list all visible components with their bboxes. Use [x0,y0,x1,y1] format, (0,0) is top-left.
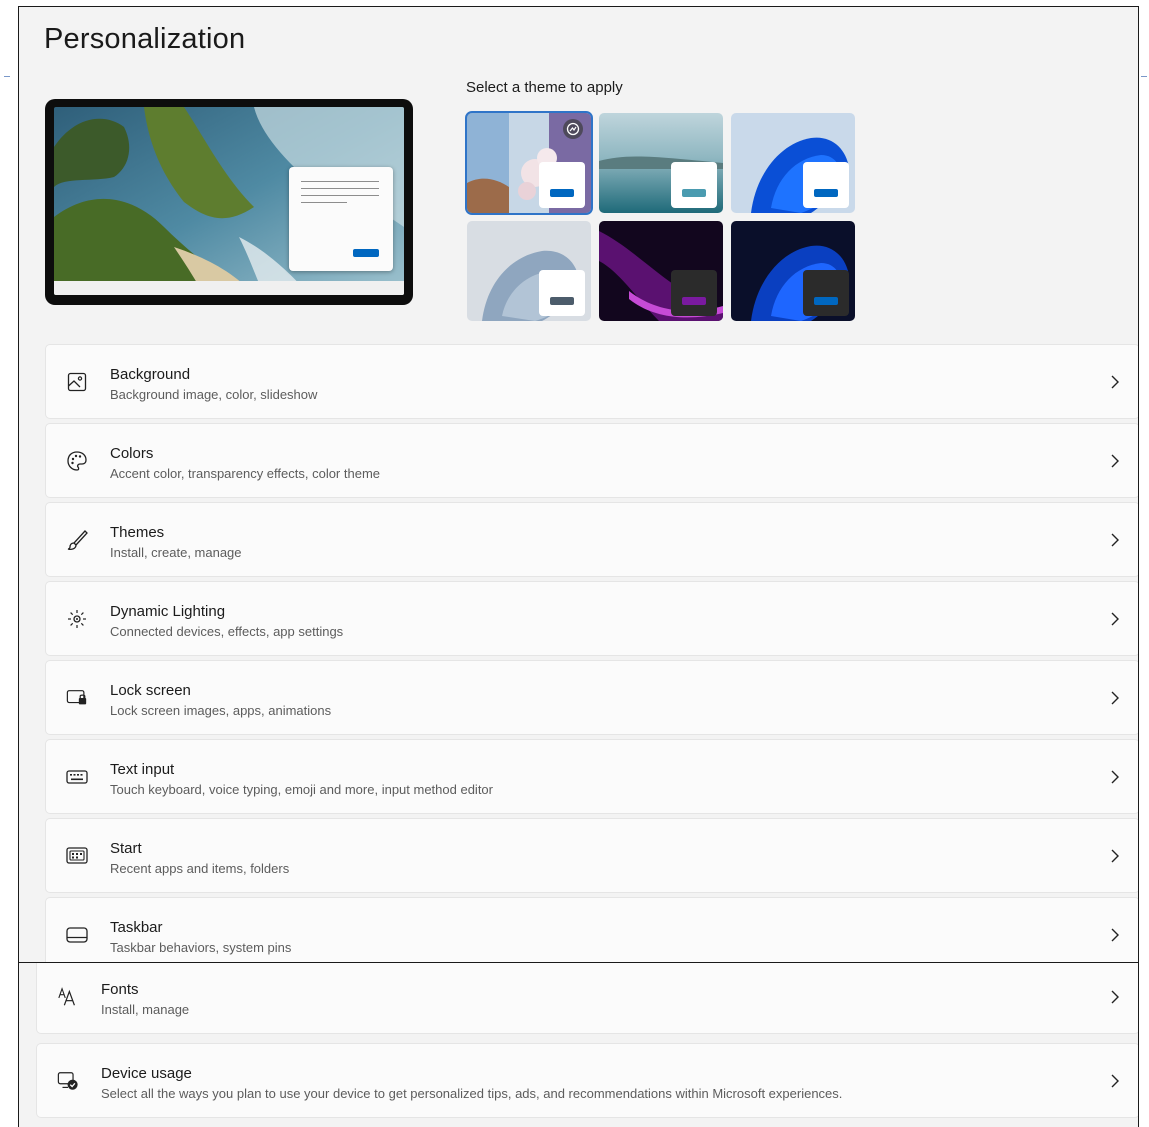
chevron-right-icon [1111,928,1119,942]
chevron-right-icon [1111,849,1119,863]
theme-accent-bar [814,297,838,305]
setting-title: Text input [110,761,175,778]
theme-tile-6[interactable] [731,221,855,321]
setting-title: Dynamic Lighting [110,603,226,620]
theme-mini-window [539,162,585,208]
theme-accent-bar [682,189,706,197]
setting-row-colors[interactable]: Colors Accent color, transparency effect… [45,423,1138,498]
theme-mini-window [803,162,849,208]
setting-row-lock-screen[interactable]: Lock screen Lock screen images, apps, an… [45,660,1138,735]
lock-screen-icon [66,687,88,709]
preview-taskbar [54,281,404,295]
settings-window: Personalization Select a theme to apply … [18,6,1139,962]
theme-grid [465,111,859,323]
page-title: Personalization [44,23,246,55]
preview-line [301,202,347,203]
theme-tile-2[interactable] [599,113,723,213]
setting-row-device-usage[interactable]: Device usage Select all the ways you pla… [36,1043,1138,1118]
preview-window [289,167,393,271]
setting-title: Device usage [101,1065,192,1082]
setting-subtitle: Select all the ways you plan to use your… [101,1086,843,1101]
start-icon [66,845,88,867]
setting-subtitle: Lock screen images, apps, animations [110,703,332,718]
setting-title: Taskbar [110,919,163,936]
setting-row-start[interactable]: Start Recent apps and items, folders [45,818,1138,893]
preview-line [301,188,379,189]
chevron-right-icon [1111,990,1119,1004]
chevron-right-icon [1111,770,1119,784]
taskbar-icon [66,924,88,946]
device-usage-icon [57,1070,79,1092]
theme-accent-bar [550,189,574,197]
setting-subtitle: Background image, color, slideshow [110,387,318,402]
setting-subtitle: Install, create, manage [110,545,242,560]
setting-title: Lock screen [110,682,191,699]
fonts-icon [57,986,79,1008]
setting-subtitle: Connected devices, effects, app settings [110,624,344,639]
chevron-right-icon [1111,691,1119,705]
setting-row-taskbar[interactable]: Taskbar Taskbar behaviors, system pins [45,897,1138,962]
brush-icon [66,529,88,551]
settings-window-continued: Fonts Install, manage Device usage Selec… [18,962,1139,1127]
image-icon [66,371,88,393]
theme-tile-5[interactable] [599,221,723,321]
theme-tile-4[interactable] [467,221,591,321]
theme-accent-bar [814,189,838,197]
slideshow-icon [563,119,583,139]
setting-title: Colors [110,445,154,462]
preview-line [301,181,379,182]
setting-subtitle: Accent color, transparency effects, colo… [110,466,381,481]
setting-subtitle: Install, manage [101,1002,190,1017]
palette-icon [66,450,88,472]
setting-title: Fonts [101,981,139,998]
preview-button [353,249,379,257]
dynamic-lighting-icon [66,608,88,630]
setting-subtitle: Recent apps and items, folders [110,861,290,876]
setting-title: Themes [110,524,165,541]
chevron-right-icon [1111,612,1119,626]
preview-line [301,195,379,196]
theme-mini-window [539,270,585,316]
keyboard-icon [66,766,88,788]
setting-row-themes[interactable]: Themes Install, create, manage [45,502,1138,577]
chevron-right-icon [1111,1074,1119,1088]
theme-accent-bar [682,297,706,305]
chevron-right-icon [1111,533,1119,547]
setting-row-dynamic-lighting[interactable]: Dynamic Lighting Connected devices, effe… [45,581,1138,656]
edge-marker-right [1141,76,1147,77]
theme-tile-3[interactable] [731,113,855,213]
preview-wallpaper [54,107,404,295]
theme-accent-bar [550,297,574,305]
setting-subtitle: Touch keyboard, voice typing, emoji and … [110,782,493,797]
setting-title: Start [110,840,142,857]
setting-subtitle: Taskbar behaviors, system pins [110,940,292,955]
edge-marker-left [4,76,10,77]
theme-mini-window [803,270,849,316]
setting-title: Background [110,366,191,383]
chevron-right-icon [1111,375,1119,389]
theme-select-label: Select a theme to apply [466,79,623,96]
setting-row-background[interactable]: Background Background image, color, slid… [45,344,1138,419]
theme-mini-window [671,270,717,316]
chevron-right-icon [1111,454,1119,468]
theme-mini-window [671,162,717,208]
theme-preview [45,99,413,305]
setting-row-text-input[interactable]: Text input Touch keyboard, voice typing,… [45,739,1138,814]
setting-row-fonts[interactable]: Fonts Install, manage [36,963,1138,1034]
theme-tile-1[interactable] [465,111,593,215]
